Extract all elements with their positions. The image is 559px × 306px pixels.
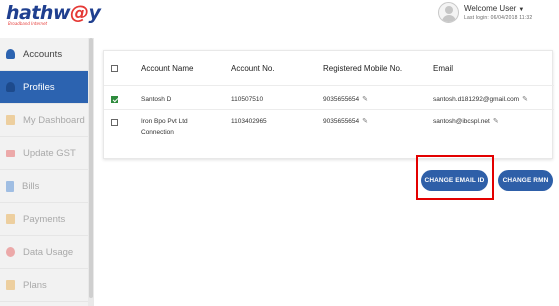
sidebar-item-plans[interactable]: Plans: [0, 269, 88, 302]
avatar-head-shape: [445, 6, 453, 14]
profiles-table-card: Account Name Account No. Registered Mobi…: [103, 50, 554, 159]
sidebar-item-accounts[interactable]: Accounts: [0, 38, 88, 71]
column-header-account-name: Account Name: [141, 64, 194, 73]
logo-text: hathw@y: [6, 2, 101, 24]
mobile-value: 9035655654: [323, 96, 360, 103]
sidebar-item-label: Plans: [23, 279, 47, 291]
sidebar-item-payments[interactable]: Payments: [0, 203, 88, 236]
sidebar-item-bills[interactable]: Bills: [0, 170, 88, 203]
pencil-icon[interactable]: ✎: [362, 95, 368, 104]
account-number-cell: 110507510: [231, 96, 264, 103]
welcome-user[interactable]: Welcome User ▼: [464, 4, 524, 13]
sidebar-item-data-usage[interactable]: Data Usage: [0, 236, 88, 269]
column-header-account-no: Account No.: [231, 64, 275, 73]
pencil-icon[interactable]: ✎: [493, 117, 499, 126]
plan-icon: [6, 280, 15, 290]
bill-icon: [6, 180, 14, 192]
sidebar-item-label: Profiles: [23, 81, 55, 93]
gst-icon: [6, 149, 15, 157]
email-value: santosh@ibcspl.net: [433, 118, 490, 125]
sidebar-item-my-dashboard[interactable]: My Dashboard: [0, 104, 88, 137]
account-name-cell-line2: Connection: [141, 129, 174, 136]
person-icon: [6, 49, 15, 59]
home-icon: [6, 115, 15, 125]
row-checkbox[interactable]: [111, 96, 118, 103]
account-number-cell: 1103402965: [231, 118, 267, 125]
column-header-mobile: Registered Mobile No.: [323, 64, 403, 73]
hathway-logo[interactable]: hathw@y Broadband Internet: [6, 2, 101, 31]
email-value: santosh.d181292@gmail.com: [433, 96, 520, 103]
wallet-icon: [6, 214, 15, 224]
header: hathw@y Broadband Internet Welcome User ▼…: [0, 0, 559, 38]
pie-icon: [6, 247, 15, 257]
sidebar-scrollbar-thumb[interactable]: [89, 38, 93, 298]
column-header-email: Email: [433, 64, 454, 73]
pencil-icon[interactable]: ✎: [522, 95, 528, 104]
account-name-cell: Santosh D: [141, 96, 172, 103]
logo-text-end: y: [88, 2, 101, 24]
sidebar-item-label: Accounts: [23, 48, 63, 60]
welcome-text: Welcome User: [464, 4, 517, 13]
change-rmn-button[interactable]: CHANGE RMN: [498, 170, 553, 191]
header-divider: [104, 85, 554, 86]
user-subtext: Last login: 06/04/2018 11:32: [464, 15, 533, 21]
row-divider: [104, 109, 554, 110]
sidebar-item-label: Payments: [23, 213, 66, 225]
sidebar-item-label: Bills: [22, 180, 40, 192]
sidebar-item-label: My Dashboard: [23, 114, 85, 126]
pencil-icon[interactable]: ✎: [362, 117, 368, 126]
highlight-box: [416, 155, 494, 200]
mobile-cell: 9035655654 ✎: [323, 95, 368, 104]
person-icon: [6, 82, 15, 92]
avatar-body-shape: [442, 15, 456, 22]
mobile-value: 9035655654: [323, 118, 360, 125]
account-name-cell: Iron Bpo Pvt Ltd: [141, 118, 188, 125]
mobile-cell: 9035655654 ✎: [323, 117, 368, 126]
sidebar-item-label: Update GST: [23, 147, 76, 159]
email-cell: santosh@ibcspl.net ✎: [433, 117, 499, 126]
logo-text-at: @: [70, 2, 89, 24]
email-cell: santosh.d181292@gmail.com ✎: [433, 95, 528, 104]
avatar[interactable]: [438, 2, 459, 23]
sidebar-item-profiles[interactable]: Profiles: [0, 71, 88, 104]
sidebar-item-label: Data Usage: [23, 246, 74, 258]
sidebar-item-update-gst[interactable]: Update GST: [0, 137, 88, 170]
chevron-down-icon[interactable]: ▼: [518, 7, 524, 13]
row-checkbox[interactable]: [111, 119, 118, 126]
select-all-checkbox[interactable]: [111, 65, 118, 72]
